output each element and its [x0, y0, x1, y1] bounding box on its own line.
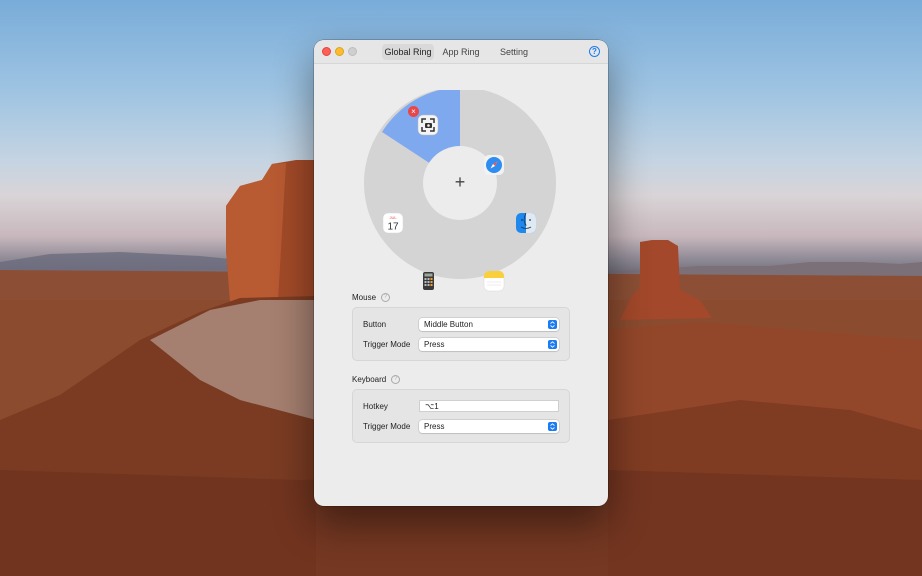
tab-setting[interactable]: Setting — [494, 44, 534, 60]
keyboard-section-title: Keyboard? — [352, 375, 401, 385]
mouse-button-select[interactable]: Middle Button — [419, 318, 559, 331]
close-window-button[interactable] — [322, 47, 331, 56]
button-label: Button — [363, 320, 387, 329]
chevron-up-down-icon — [548, 340, 557, 349]
help-icon[interactable]: ? — [589, 46, 600, 57]
chevron-up-down-icon — [548, 320, 557, 329]
calendar-month: JUL — [389, 215, 397, 220]
minimize-window-button[interactable] — [335, 47, 344, 56]
hotkey-field[interactable]: ⌥1 — [419, 400, 559, 412]
mouse-settings-group: Button Middle Button Trigger Mode Press — [352, 307, 570, 361]
notes-icon[interactable] — [483, 270, 505, 292]
mouse-trigger-mode-select[interactable]: Press — [419, 338, 559, 351]
tab-global-ring[interactable]: Global Ring — [382, 44, 434, 60]
keyboard-settings-group: Hotkey ⌥1 Trigger Mode Press — [352, 389, 570, 443]
finder-icon[interactable] — [515, 212, 537, 234]
add-app-button[interactable]: + — [451, 173, 469, 191]
title-bar: Global Ring App Ring Setting ? — [314, 40, 608, 64]
calendar-day: 17 — [387, 222, 399, 233]
screenshot-icon[interactable] — [417, 114, 439, 136]
global-ring-editor: × JUL 17 + — [362, 90, 558, 292]
hotkey-label: Hotkey — [363, 402, 388, 411]
mouse-trigger-mode-label: Trigger Mode — [363, 340, 411, 349]
keyboard-trigger-mode-select[interactable]: Press — [419, 420, 559, 433]
zoom-window-button — [348, 47, 357, 56]
safari-icon[interactable] — [483, 154, 505, 176]
info-icon[interactable]: ? — [391, 375, 401, 385]
keyboard-trigger-mode-label: Trigger Mode — [363, 422, 411, 431]
info-icon[interactable]: ? — [381, 293, 391, 303]
tab-app-ring[interactable]: App Ring — [440, 44, 482, 60]
mouse-section-title: Mouse? — [352, 293, 391, 303]
chevron-up-down-icon — [548, 422, 557, 431]
calendar-icon[interactable]: JUL 17 — [382, 212, 404, 234]
app-window: Global Ring App Ring Setting ? × JUL 17 … — [314, 40, 608, 506]
calculator-icon[interactable] — [417, 270, 439, 292]
